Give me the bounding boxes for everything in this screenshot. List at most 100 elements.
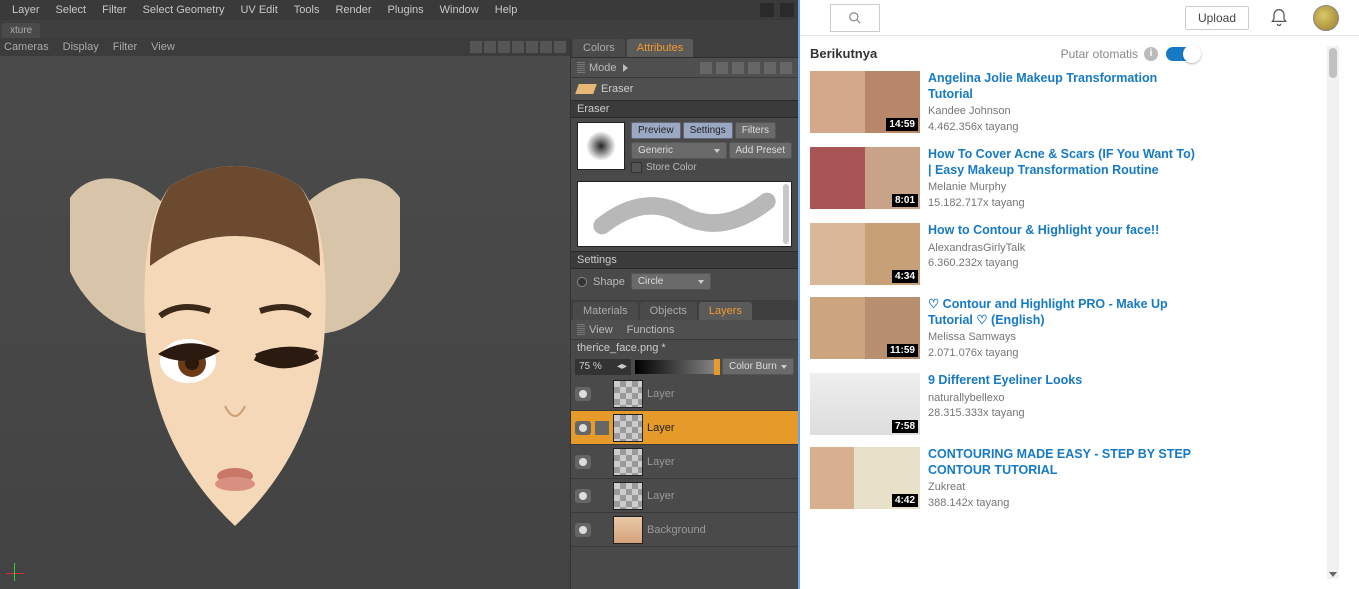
lock-icon[interactable] <box>748 62 760 74</box>
layer-name: Layer <box>647 490 675 502</box>
vp-filter[interactable]: Filter <box>113 41 137 53</box>
video-views: 2.071.076x tayang <box>928 346 1200 361</box>
video-channel[interactable]: Melanie Murphy <box>928 180 1200 195</box>
menu-window[interactable]: Window <box>432 4 487 16</box>
video-item[interactable]: 11:59 ♡ Contour and Highlight PRO - Make… <box>810 297 1200 361</box>
video-title[interactable]: ♡ Contour and Highlight PRO - Make Up Tu… <box>928 297 1200 328</box>
vp-icon[interactable] <box>554 41 566 53</box>
tab-colors[interactable]: Colors <box>573 39 625 57</box>
brush-preview[interactable] <box>577 122 625 170</box>
video-thumbnail[interactable]: 11:59 <box>810 297 920 359</box>
video-title[interactable]: How to Contour & Highlight your face!! <box>928 223 1159 239</box>
video-channel[interactable]: Melissa Samways <box>928 330 1200 345</box>
upload-button[interactable]: Upload <box>1185 6 1249 30</box>
mode-row[interactable]: Mode <box>571 58 798 78</box>
vp-icon[interactable] <box>526 41 538 53</box>
visibility-icon[interactable] <box>575 387 591 401</box>
notifications-button[interactable] <box>1269 8 1289 28</box>
mode-icon[interactable] <box>700 62 712 74</box>
window-control-icon[interactable] <box>780 3 794 17</box>
vp-icon[interactable] <box>484 41 496 53</box>
layer-row[interactable]: Layer <box>571 445 798 479</box>
shape-dropdown[interactable]: Circle <box>631 273 711 290</box>
settings-button[interactable]: Settings <box>683 122 733 139</box>
video-thumbnail[interactable]: 8:01 <box>810 147 920 209</box>
menubar: Layer Select Filter Select Geometry UV E… <box>0 0 798 20</box>
mode-icon[interactable] <box>716 62 728 74</box>
tab-materials[interactable]: Materials <box>573 302 638 320</box>
video-item[interactable]: 14:59 Angelina Jolie Makeup Transformati… <box>810 71 1200 135</box>
layers-functions[interactable]: Functions <box>627 324 675 336</box>
menu-plugins[interactable]: Plugins <box>380 4 432 16</box>
video-item[interactable]: 4:34 How to Contour & Highlight your fac… <box>810 223 1200 285</box>
blend-mode-dropdown[interactable]: Color Burn <box>722 358 794 375</box>
menu-uv-edit[interactable]: UV Edit <box>232 4 285 16</box>
menu-filter[interactable]: Filter <box>94 4 134 16</box>
layer-row[interactable]: Layer <box>571 377 798 411</box>
search-button[interactable] <box>830 4 880 32</box>
video-channel[interactable]: Kandee Johnson <box>928 104 1200 119</box>
layer-row[interactable]: Layer <box>571 479 798 513</box>
shape-radio[interactable] <box>577 277 587 287</box>
video-item[interactable]: 4:42 CONTOURING MADE EASY - STEP BY STEP… <box>810 447 1200 511</box>
visibility-icon[interactable] <box>575 455 591 469</box>
visibility-icon[interactable] <box>575 421 591 435</box>
visibility-icon[interactable] <box>575 489 591 503</box>
video-thumbnail[interactable]: 4:42 <box>810 447 920 509</box>
preview-button[interactable]: Preview <box>631 122 681 139</box>
mode-icon[interactable] <box>764 62 776 74</box>
vp-icon[interactable] <box>512 41 524 53</box>
vp-display[interactable]: Display <box>63 41 99 53</box>
mode-icon[interactable] <box>732 62 744 74</box>
menu-layer[interactable]: Layer <box>4 4 48 16</box>
video-channel[interactable]: Zukreat <box>928 480 1200 495</box>
vp-view[interactable]: View <box>151 41 175 53</box>
menu-select[interactable]: Select <box>48 4 95 16</box>
opacity-field[interactable]: 75 %◂▸ <box>575 359 631 375</box>
video-channel[interactable]: naturallybellexo <box>928 391 1082 406</box>
video-channel[interactable]: AlexandrasGirlyTalk <box>928 241 1159 256</box>
menu-select-geometry[interactable]: Select Geometry <box>135 4 233 16</box>
tab-objects[interactable]: Objects <box>640 302 697 320</box>
video-title[interactable]: CONTOURING MADE EASY - STEP BY STEP CONT… <box>928 447 1200 478</box>
filters-button[interactable]: Filters <box>735 122 776 139</box>
window-control-icon[interactable] <box>760 3 774 17</box>
vp-icon[interactable] <box>470 41 482 53</box>
video-item[interactable]: 7:58 9 Different Eyeliner Looks naturall… <box>810 373 1200 435</box>
layers-view[interactable]: View <box>589 324 613 336</box>
video-views: 388.142x tayang <box>928 496 1200 511</box>
layers-list: Layer Layer Layer Layer Background <box>571 377 798 547</box>
video-thumbnail[interactable]: 4:34 <box>810 223 920 285</box>
settings-section-head: Settings <box>571 251 798 269</box>
video-title[interactable]: Angelina Jolie Makeup Transformation Tut… <box>928 71 1200 102</box>
opacity-slider[interactable] <box>635 360 718 374</box>
tab-layers[interactable]: Layers <box>699 302 752 320</box>
vp-cameras[interactable]: Cameras <box>4 41 49 53</box>
add-preset-button[interactable]: Add Preset <box>729 142 792 159</box>
doc-tab[interactable]: xture <box>2 23 40 38</box>
video-title[interactable]: How To Cover Acne & Scars (IF You Want T… <box>928 147 1200 178</box>
info-icon[interactable]: i <box>1144 47 1158 61</box>
preview-scrollbar[interactable] <box>783 184 789 244</box>
vp-icon[interactable] <box>540 41 552 53</box>
user-avatar[interactable] <box>1313 5 1339 31</box>
menu-help[interactable]: Help <box>487 4 526 16</box>
video-item[interactable]: 8:01 How To Cover Acne & Scars (IF You W… <box>810 147 1200 211</box>
grip-icon <box>577 324 585 336</box>
layer-row[interactable]: Layer <box>571 411 798 445</box>
tab-attributes[interactable]: Attributes <box>627 39 693 57</box>
mode-icon[interactable] <box>780 62 792 74</box>
autoplay-toggle[interactable] <box>1166 47 1200 61</box>
visibility-icon[interactable] <box>575 523 591 537</box>
layer-row[interactable]: Background <box>571 513 798 547</box>
scrollbar[interactable] <box>1327 46 1339 579</box>
menu-render[interactable]: Render <box>327 4 379 16</box>
store-color-checkbox[interactable] <box>631 162 642 173</box>
vp-icon[interactable] <box>498 41 510 53</box>
video-title[interactable]: 9 Different Eyeliner Looks <box>928 373 1082 389</box>
preset-dropdown[interactable]: Generic <box>631 142 727 159</box>
video-thumbnail[interactable]: 7:58 <box>810 373 920 435</box>
viewport[interactable] <box>0 56 570 589</box>
video-thumbnail[interactable]: 14:59 <box>810 71 920 133</box>
menu-tools[interactable]: Tools <box>286 4 328 16</box>
